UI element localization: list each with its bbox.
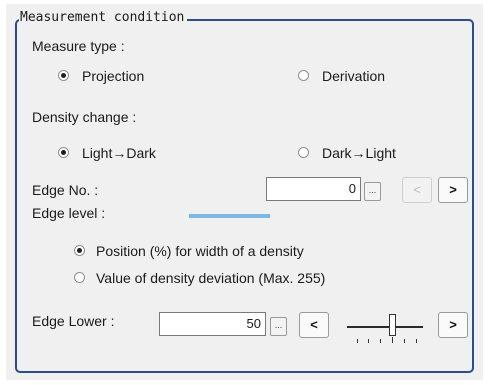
group-legend: Measurement condition <box>19 10 188 26</box>
radio-button[interactable] <box>58 70 69 81</box>
edge-lower-input[interactable]: 50 <box>159 312 266 336</box>
edge-no-label: Edge No. : <box>32 182 99 198</box>
radio-derivation-label: Derivation <box>322 68 386 84</box>
edge-lower-increment-button[interactable]: > <box>438 312 468 338</box>
radio-position-percent-label: Position (%) for width of a density <box>96 243 304 259</box>
slider-tick <box>368 339 369 343</box>
slider-tick <box>357 339 358 343</box>
radio-button[interactable] <box>74 245 85 256</box>
edge-lower-label: Edge Lower : <box>32 313 115 329</box>
edge-level-bar <box>189 214 270 218</box>
density-change-label: Density change : <box>32 109 137 125</box>
edge-lower-browse-button[interactable]: ... <box>270 317 287 336</box>
radio-light-to-dark-label: Light→Dark <box>82 145 156 161</box>
radio-button[interactable] <box>298 147 309 158</box>
radio-dark-to-light-label: Dark→Light <box>322 145 396 161</box>
slider-tick <box>404 339 405 343</box>
edge-no-input[interactable]: 0 <box>266 177 361 201</box>
edge-no-prev-button[interactable]: < <box>402 177 432 203</box>
radio-button[interactable] <box>58 147 69 158</box>
edge-lower-decrement-button[interactable]: < <box>299 312 329 338</box>
measure-type-label: Measure type : <box>32 38 125 54</box>
slider-tick <box>416 339 417 343</box>
slider-track[interactable] <box>347 326 423 328</box>
radio-button[interactable] <box>74 272 85 283</box>
radio-button[interactable] <box>298 70 309 81</box>
edge-no-browse-button[interactable]: ... <box>364 182 381 201</box>
slider-thumb[interactable] <box>389 314 396 336</box>
slider-tick <box>392 337 393 343</box>
slider-tick <box>380 339 381 343</box>
edge-level-label: Edge level : <box>32 205 106 221</box>
edge-no-next-button[interactable]: > <box>438 177 468 203</box>
radio-projection-label: Projection <box>82 68 145 84</box>
radio-density-deviation-label: Value of density deviation (Max. 255) <box>96 270 326 286</box>
